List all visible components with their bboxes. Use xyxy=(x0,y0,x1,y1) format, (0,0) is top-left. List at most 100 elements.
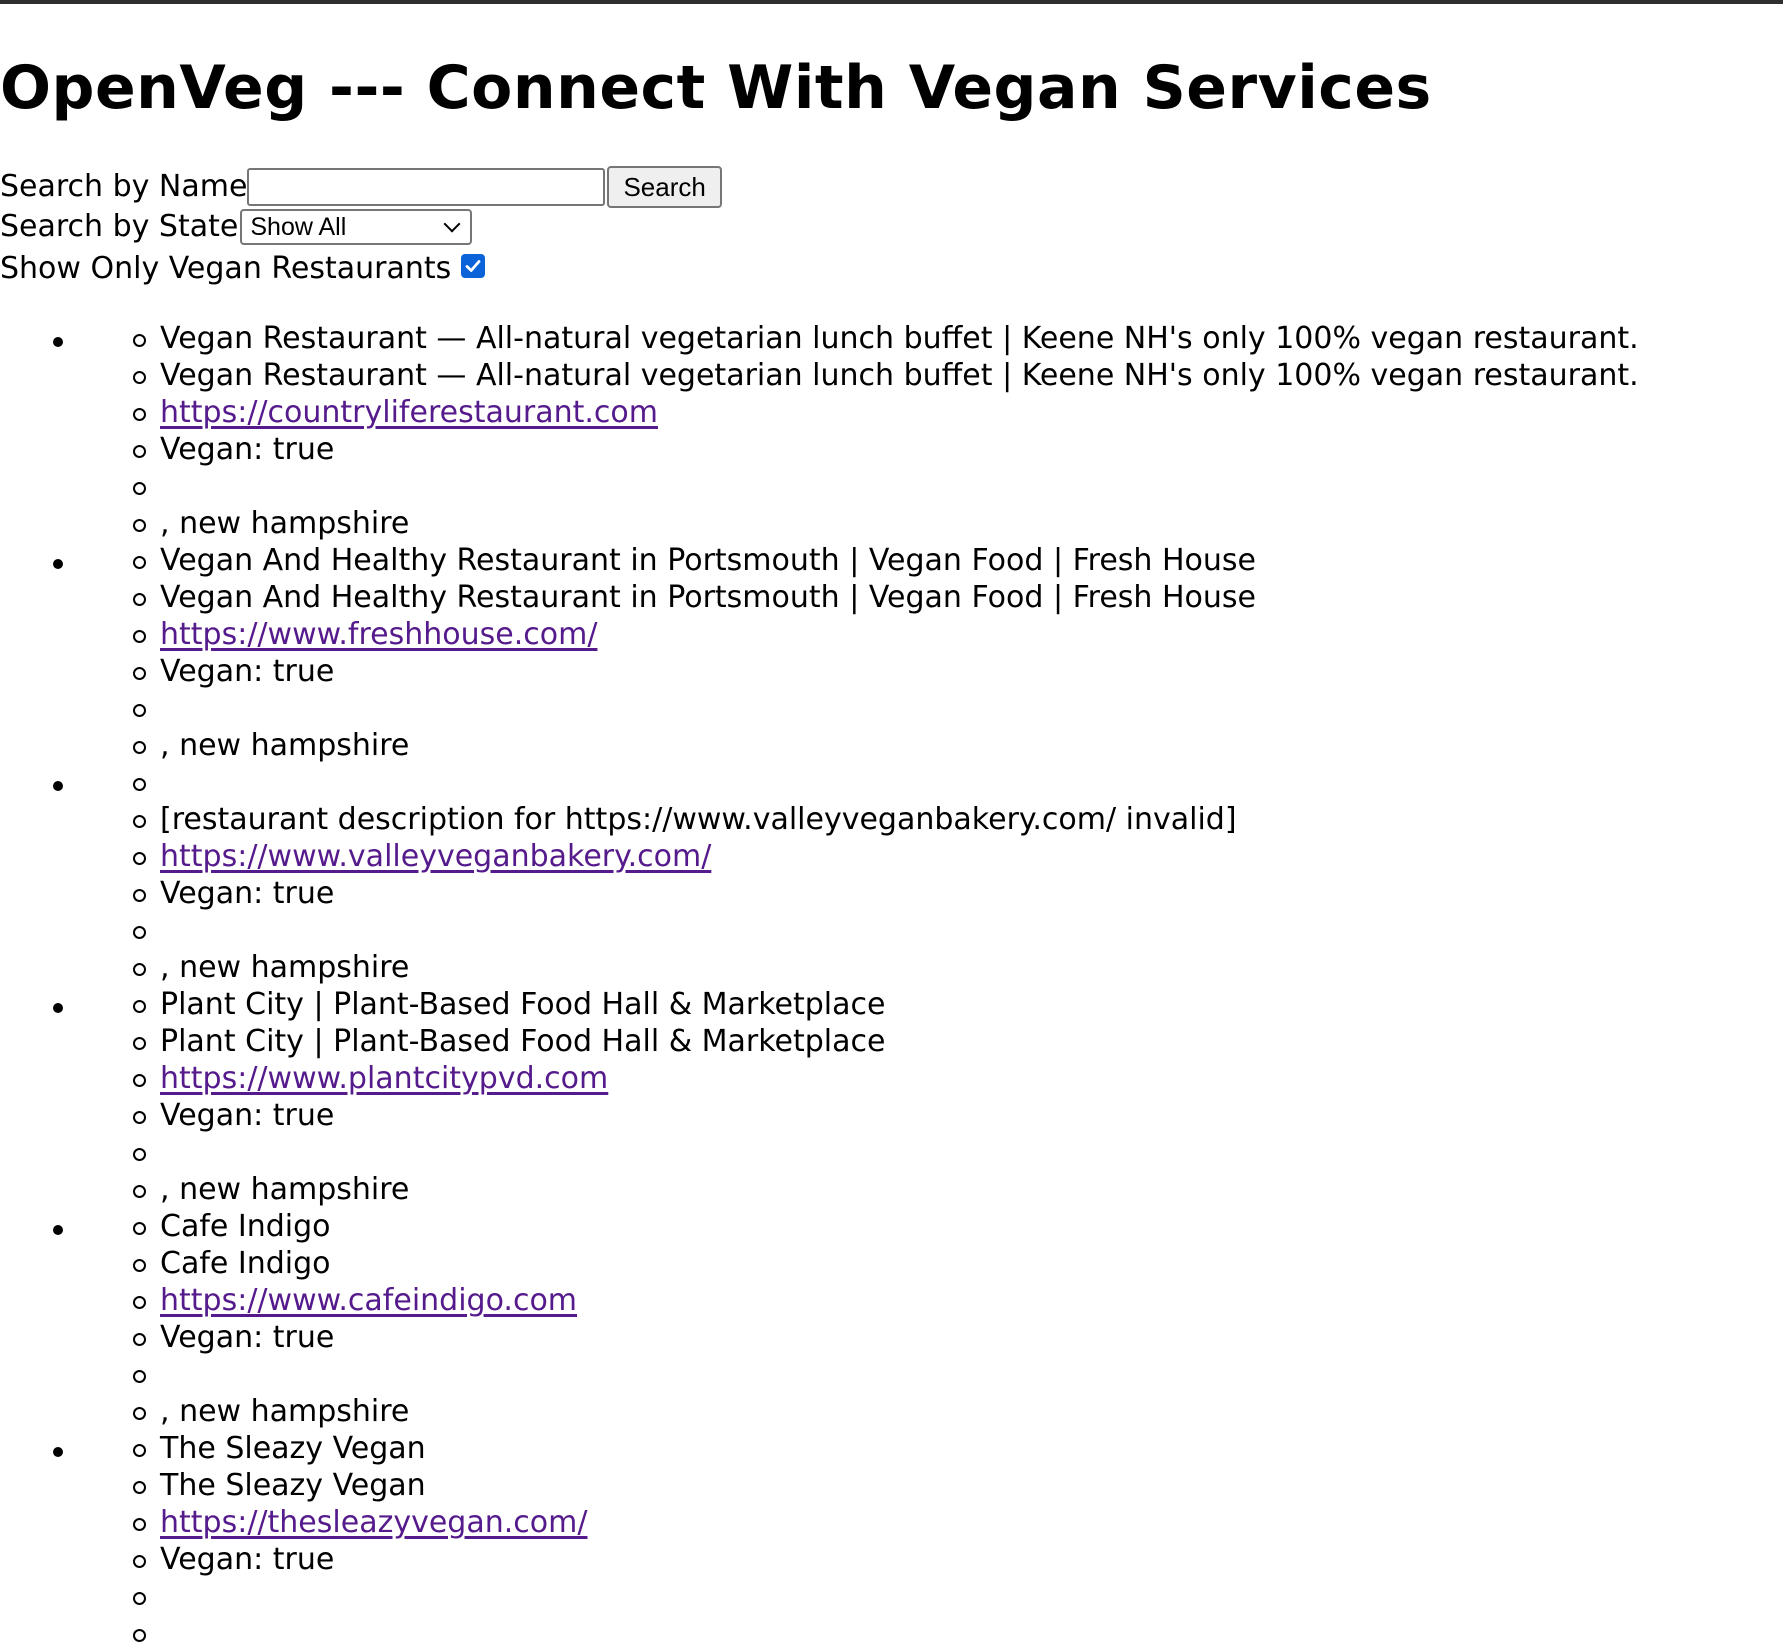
circle-bullet-icon xyxy=(133,963,146,976)
sublist-item xyxy=(0,690,1783,727)
checkmark-icon xyxy=(465,260,481,272)
vegan-only-label: Show Only Vegan Restaurants xyxy=(0,251,452,286)
circle-bullet-icon xyxy=(133,519,146,532)
sublist-item: Cafe Indigo xyxy=(0,1208,1783,1245)
vegan-only-row: Show Only Vegan Restaurants xyxy=(0,250,486,288)
search-by-name-row: Search by Name Search xyxy=(0,166,722,208)
restaurant-title: Plant City | Plant-Based Food Hall & Mar… xyxy=(160,987,886,1022)
sublist-item xyxy=(0,468,1783,505)
sublist-item xyxy=(0,912,1783,949)
sublist-item: , new hampshire xyxy=(0,1171,1783,1208)
circle-bullet-icon xyxy=(133,1259,146,1272)
sublist-item: Vegan: true xyxy=(0,1319,1783,1356)
circle-bullet-icon xyxy=(133,778,146,791)
restaurant-description: Vegan And Healthy Restaurant in Portsmou… xyxy=(160,580,1256,615)
sublist-item: Vegan And Healthy Restaurant in Portsmou… xyxy=(0,542,1783,579)
restaurant-link[interactable]: https://www.plantcitypvd.com xyxy=(160,1060,608,1097)
restaurant-title: Vegan And Healthy Restaurant in Portsmou… xyxy=(160,543,1256,578)
sublist-item: https://www.plantcitypvd.com xyxy=(0,1060,1783,1097)
restaurant-link[interactable]: https://www.freshhouse.com/ xyxy=(160,616,597,653)
circle-bullet-icon xyxy=(133,630,146,643)
search-button[interactable]: Search xyxy=(607,166,722,208)
sublist-item: , new hampshire xyxy=(0,505,1783,542)
circle-bullet-icon xyxy=(133,1481,146,1494)
sublist-item: https://www.freshhouse.com/ xyxy=(0,616,1783,653)
restaurant-location: , new hampshire xyxy=(160,1394,410,1429)
restaurant-link[interactable]: https://www.cafeindigo.com xyxy=(160,1282,577,1319)
sublist-item: Vegan: true xyxy=(0,431,1783,468)
restaurant-vegan-status: Vegan: true xyxy=(160,432,335,467)
circle-bullet-icon xyxy=(133,1518,146,1531)
sublist-item: https://countryliferestaurant.com xyxy=(0,394,1783,431)
list-item: Vegan And Healthy Restaurant in Portsmou… xyxy=(0,542,1783,764)
restaurant-description: Plant City | Plant-Based Food Hall & Mar… xyxy=(160,1024,886,1059)
restaurant-description: Cafe Indigo xyxy=(160,1246,331,1281)
sublist-item: Vegan Restaurant — All-natural vegetaria… xyxy=(0,320,1783,357)
circle-bullet-icon xyxy=(133,1037,146,1050)
sublist-item xyxy=(0,1578,1783,1615)
circle-bullet-icon xyxy=(133,1296,146,1309)
sublist-item: , new hampshire xyxy=(0,727,1783,764)
circle-bullet-icon xyxy=(133,1629,146,1642)
circle-bullet-icon xyxy=(133,1222,146,1235)
state-select[interactable]: Show All xyxy=(240,209,473,245)
restaurant-location: , new hampshire xyxy=(160,1172,410,1207)
sublist-item: [restaurant description for https://www.… xyxy=(0,801,1783,838)
restaurant-link[interactable]: https://www.valleyveganbakery.com/ xyxy=(160,838,711,875)
circle-bullet-icon xyxy=(133,334,146,347)
sublist-item: Plant City | Plant-Based Food Hall & Mar… xyxy=(0,1023,1783,1060)
circle-bullet-icon xyxy=(133,1148,146,1161)
circle-bullet-icon xyxy=(133,408,146,421)
restaurant-description: Vegan Restaurant — All-natural vegetaria… xyxy=(160,358,1639,393)
circle-bullet-icon xyxy=(133,1111,146,1124)
circle-bullet-icon xyxy=(133,741,146,754)
circle-bullet-icon xyxy=(133,1074,146,1087)
restaurant-vegan-status: Vegan: true xyxy=(160,876,335,911)
sublist-item: Vegan And Healthy Restaurant in Portsmou… xyxy=(0,579,1783,616)
circle-bullet-icon xyxy=(133,704,146,717)
chevron-down-icon xyxy=(443,215,461,233)
circle-bullet-icon xyxy=(133,1555,146,1568)
restaurant-location: , new hampshire xyxy=(160,506,410,541)
sublist-item: https://www.cafeindigo.com xyxy=(0,1282,1783,1319)
restaurant-link[interactable]: https://thesleazyvegan.com/ xyxy=(160,1504,587,1541)
circle-bullet-icon xyxy=(133,1000,146,1013)
restaurant-link[interactable]: https://countryliferestaurant.com xyxy=(160,394,658,431)
list-item: Plant City | Plant-Based Food Hall & Mar… xyxy=(0,986,1783,1208)
sublist-item xyxy=(0,1615,1783,1652)
circle-bullet-icon xyxy=(133,371,146,384)
restaurant-location: , new hampshire xyxy=(160,950,410,985)
list-item: Vegan Restaurant — All-natural vegetaria… xyxy=(0,320,1783,542)
circle-bullet-icon xyxy=(133,445,146,458)
circle-bullet-icon xyxy=(133,815,146,828)
circle-bullet-icon xyxy=(133,1444,146,1457)
list-item: The Sleazy Vegan The Sleazy Vegan https://… xyxy=(0,1430,1783,1652)
circle-bullet-icon xyxy=(133,1407,146,1420)
restaurant-title: Cafe Indigo xyxy=(160,1209,331,1244)
sublist-item: Cafe Indigo xyxy=(0,1245,1783,1282)
search-by-state-row: Search by State Show All xyxy=(0,208,473,246)
circle-bullet-icon xyxy=(133,593,146,606)
state-select-value: Show All xyxy=(250,213,347,241)
restaurant-vegan-status: Vegan: true xyxy=(160,1098,335,1133)
circle-bullet-icon xyxy=(133,667,146,680)
sublist-item: Plant City | Plant-Based Food Hall & Mar… xyxy=(0,986,1783,1023)
restaurant-vegan-status: Vegan: true xyxy=(160,1542,335,1577)
search-by-state-label: Search by State xyxy=(0,209,239,244)
list-item: [restaurant description for https://www.… xyxy=(0,764,1783,986)
restaurant-vegan-status: Vegan: true xyxy=(160,1320,335,1355)
sublist-item: The Sleazy Vegan xyxy=(0,1430,1783,1467)
vegan-only-checkbox[interactable] xyxy=(461,254,486,278)
restaurant-description: [restaurant description for https://www.… xyxy=(160,802,1237,837)
restaurant-description: The Sleazy Vegan xyxy=(160,1468,426,1503)
restaurant-location: , new hampshire xyxy=(160,728,410,763)
circle-bullet-icon xyxy=(133,1333,146,1346)
search-name-input[interactable] xyxy=(247,168,606,206)
circle-bullet-icon xyxy=(133,556,146,569)
restaurant-title: Vegan Restaurant — All-natural vegetaria… xyxy=(160,321,1639,356)
sublist-item: The Sleazy Vegan xyxy=(0,1467,1783,1504)
restaurant-vegan-status: Vegan: true xyxy=(160,654,335,689)
page-title: OpenVeg --- Connect With Vegan Services xyxy=(0,53,1432,123)
sublist-item xyxy=(0,1134,1783,1171)
list-item: Cafe Indigo Cafe Indigo https://www.cafein… xyxy=(0,1208,1783,1430)
